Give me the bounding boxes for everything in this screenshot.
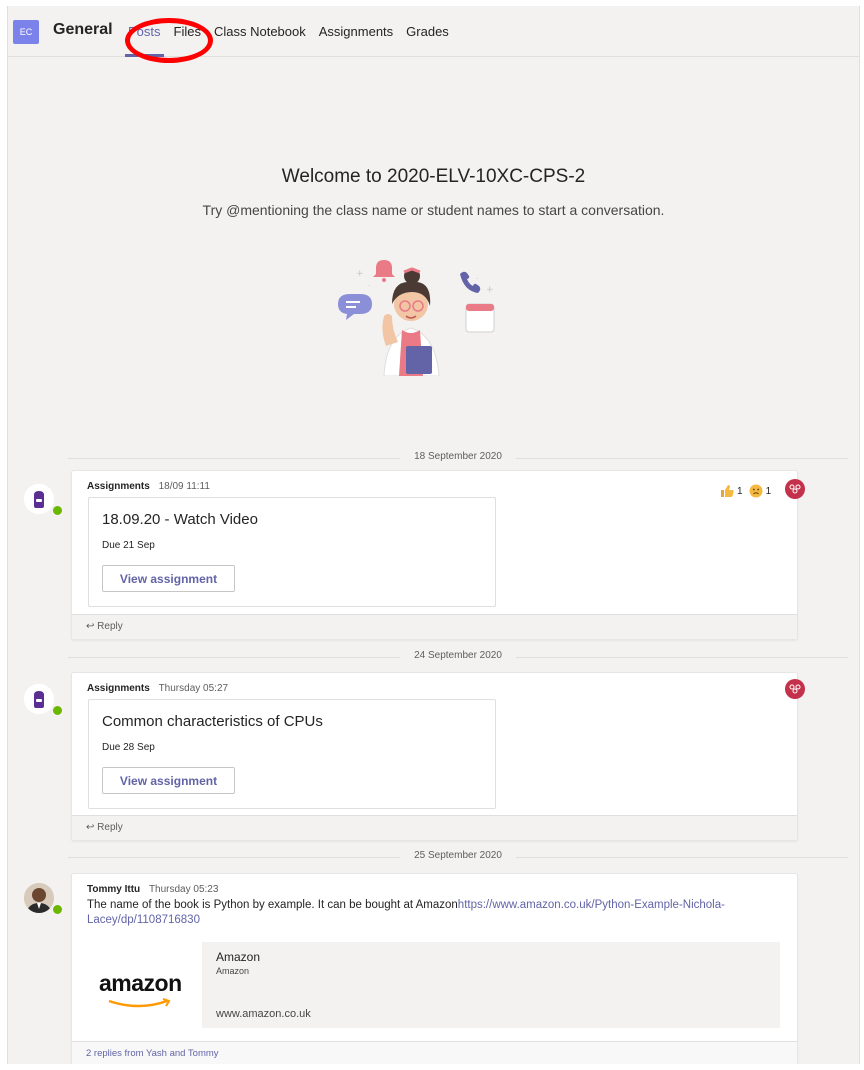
message-author[interactable]: Tommy Ittu [87, 884, 140, 895]
user-photo-icon [24, 883, 54, 913]
tab-class-notebook[interactable]: Class Notebook [214, 24, 306, 39]
reply-button[interactable]: ↩ Reply [86, 822, 123, 833]
reaction-like[interactable]: 1 [720, 484, 743, 498]
message-body: The name of the book is Python by exampl… [87, 898, 787, 928]
message-card: Tommy Ittu Thursday 05:23 The name of th… [71, 873, 798, 1064]
preview-title: Amazon [216, 950, 261, 964]
assignments-bot-avatar[interactable] [24, 684, 54, 714]
preview-description: Amazon [216, 966, 250, 976]
assignment-card[interactable]: 18.09.20 - Watch Video Due 21 Sep View a… [88, 497, 496, 607]
reply-label: Reply [97, 822, 123, 833]
reply-label: Reply [97, 621, 123, 632]
teams-channel-window: EC General Posts Files Class Notebook As… [7, 6, 860, 1064]
message-timestamp: Thursday 05:27 [158, 683, 229, 694]
svg-text:+: + [486, 285, 494, 295]
tab-grades[interactable]: Grades [406, 24, 449, 39]
reactions: 1 1 [720, 484, 777, 498]
view-assignment-button[interactable]: View assignment [102, 767, 235, 794]
svg-text:+: + [356, 269, 364, 279]
welcome-illustration: + · + · [338, 260, 495, 376]
assignment-card[interactable]: Common characteristics of CPUs Due 28 Se… [88, 699, 496, 809]
tommy-ittu-avatar[interactable] [24, 883, 54, 913]
replies-bar[interactable]: 2 replies from Yash and Tommy [72, 1041, 797, 1064]
channel-name: General [53, 21, 113, 38]
svg-text:·: · [476, 275, 478, 283]
message-author[interactable]: Assignments [87, 481, 150, 492]
assignment-due-date: Due 28 Sep [102, 742, 155, 753]
svg-text:·: · [368, 282, 370, 290]
amazon-logo-text: amazon [99, 970, 182, 996]
reply-arrow-icon: ↩ [86, 621, 95, 632]
group-icon[interactable] [785, 479, 805, 499]
replies-link[interactable]: 2 replies from Yash and Tommy [86, 1048, 219, 1059]
sad-face-icon [749, 484, 763, 498]
thumbs-up-icon [721, 485, 734, 497]
message-timestamp: Thursday 05:23 [148, 884, 219, 895]
presence-available-icon [51, 704, 64, 717]
annotation-circle [125, 18, 213, 63]
assignments-bot-avatar[interactable] [24, 484, 54, 514]
amazon-logo: amazon [87, 942, 202, 1028]
preview-url: www.amazon.co.uk [216, 1008, 311, 1020]
reply-bar[interactable]: ↩ Reply [72, 815, 797, 840]
link-preview-card[interactable]: amazon Amazon Amazon www.amazon.co.uk [87, 942, 780, 1028]
amazon-smile-icon [108, 998, 171, 1008]
welcome-subtitle: Try @mentioning the class name or studen… [202, 202, 665, 218]
group-icon[interactable] [785, 679, 805, 699]
welcome-title: Welcome to 2020-ELV-10XC-CPS-2 [281, 166, 586, 187]
backpack-icon [24, 484, 54, 514]
presence-available-icon [51, 903, 64, 916]
team-avatar[interactable]: EC [13, 20, 39, 44]
message-card: Assignments Thursday 05:27 Common charac… [71, 672, 798, 841]
message-author[interactable]: Assignments [87, 683, 150, 694]
assignment-due-date: Due 21 Sep [102, 540, 155, 551]
tab-assignments[interactable]: Assignments [319, 24, 393, 39]
reply-bar[interactable]: ↩ Reply [72, 614, 797, 639]
message-text: The name of the book is Python by exampl… [87, 899, 458, 911]
message-card: Assignments 18/09 11:11 18.09.20 - Watch… [71, 470, 798, 640]
assignment-title: Common characteristics of CPUs [102, 713, 323, 730]
reaction-sad[interactable]: 1 [749, 484, 771, 498]
backpack-icon [24, 684, 54, 714]
date-separator: 25 September 2020 [68, 850, 848, 864]
presence-available-icon [51, 504, 64, 517]
date-separator: 24 September 2020 [68, 650, 848, 664]
reply-arrow-icon: ↩ [86, 822, 95, 833]
assignment-title: 18.09.20 - Watch Video [102, 511, 258, 528]
reply-button[interactable]: ↩ Reply [86, 621, 123, 632]
view-assignment-button[interactable]: View assignment [102, 565, 235, 592]
date-separator: 18 September 2020 [68, 451, 848, 465]
message-timestamp: 18/09 11:11 [158, 481, 210, 492]
